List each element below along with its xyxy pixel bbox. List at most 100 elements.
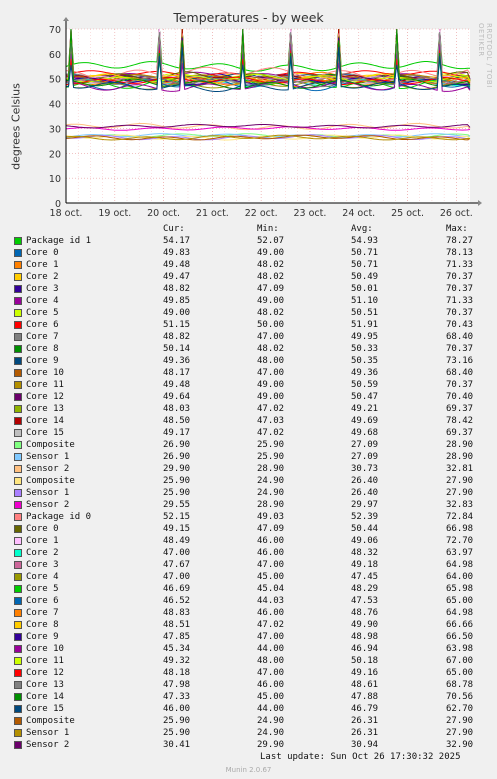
legend-avg-value: 27.09 bbox=[351, 440, 379, 450]
legend-max-value: 78.42 bbox=[446, 416, 474, 426]
legend-series-name: Core 8 bbox=[26, 344, 59, 354]
legend-max-value: 28.90 bbox=[446, 452, 474, 462]
legend-avg-value: 50.71 bbox=[351, 248, 379, 258]
legend-swatch bbox=[14, 429, 22, 437]
legend-min-value: 46.00 bbox=[257, 608, 285, 618]
legend-min-value: 48.02 bbox=[257, 272, 285, 282]
legend-cur-value: 49.32 bbox=[163, 656, 191, 666]
legend-swatch bbox=[14, 501, 22, 509]
legend-max-value: 64.98 bbox=[446, 560, 474, 570]
x-tick-label: 26 oct. bbox=[440, 208, 473, 219]
legend-swatch bbox=[14, 729, 22, 737]
legend-min-value: 48.00 bbox=[257, 656, 285, 666]
legend-swatch bbox=[14, 657, 22, 665]
x-tick-label: 22 oct. bbox=[245, 208, 278, 219]
legend-swatch bbox=[14, 249, 22, 257]
legend-min-value: 29.90 bbox=[257, 740, 285, 750]
legend-max-value: 32.83 bbox=[446, 500, 474, 510]
legend-min-value: 49.00 bbox=[257, 380, 285, 390]
legend-swatch bbox=[14, 405, 22, 413]
legend-series-name: Sensor 2 bbox=[26, 740, 70, 750]
legend-swatch bbox=[14, 681, 22, 689]
legend-min-value: 25.90 bbox=[257, 440, 285, 450]
legend-avg-value: 48.76 bbox=[351, 608, 379, 618]
legend-avg-value: 50.35 bbox=[351, 356, 379, 366]
legend-min-value: 49.00 bbox=[257, 392, 285, 402]
legend-min-value: 47.00 bbox=[257, 368, 285, 378]
legend-cur-value: 47.85 bbox=[163, 632, 191, 642]
legend-min-value: 47.02 bbox=[257, 428, 285, 438]
x-tick-label: 18 oct. bbox=[50, 208, 83, 219]
legend-min-value: 47.00 bbox=[257, 332, 285, 342]
y-tick-label: 10 bbox=[49, 174, 61, 185]
legend-swatch bbox=[14, 477, 22, 485]
legend-max-value: 64.98 bbox=[446, 608, 474, 618]
legend-cur-value: 49.48 bbox=[163, 380, 191, 390]
legend-series-name: Core 4 bbox=[26, 572, 59, 582]
y-tick-label: 40 bbox=[49, 100, 61, 111]
legend-min-value: 24.90 bbox=[257, 728, 285, 738]
legend-cur-value: 45.34 bbox=[163, 644, 191, 654]
legend-swatch bbox=[14, 537, 22, 545]
legend-series-name: Core 9 bbox=[26, 356, 59, 366]
legend-max-value: 70.37 bbox=[446, 344, 474, 354]
legend-max-value: 63.97 bbox=[446, 548, 474, 558]
legend-swatch bbox=[14, 261, 22, 269]
legend-avg-value: 49.36 bbox=[351, 368, 379, 378]
legend-max-value: 72.84 bbox=[446, 512, 474, 522]
legend-series-name: Composite bbox=[26, 440, 75, 450]
legend-series-name: Core 3 bbox=[26, 560, 59, 570]
legend-min-value: 47.03 bbox=[257, 416, 285, 426]
legend-cur-value: 50.14 bbox=[163, 344, 191, 354]
legend-swatch bbox=[14, 417, 22, 425]
legend-swatch bbox=[14, 633, 22, 641]
legend-cur-value: 48.82 bbox=[163, 284, 191, 294]
legend-min-value: 49.00 bbox=[257, 296, 285, 306]
legend-max-value: 28.90 bbox=[446, 440, 474, 450]
legend-min-value: 47.02 bbox=[257, 404, 285, 414]
x-tick-label: 20 oct. bbox=[147, 208, 180, 219]
legend-avg-value: 47.53 bbox=[351, 596, 379, 606]
legend-avg-value: 48.98 bbox=[351, 632, 379, 642]
legend-swatch bbox=[14, 453, 22, 461]
legend-series-name: Core 11 bbox=[26, 656, 64, 666]
legend-min-value: 44.00 bbox=[257, 704, 285, 714]
legend-series-name: Sensor 2 bbox=[26, 500, 70, 510]
legend-cur-value: 49.48 bbox=[163, 260, 191, 270]
legend-avg-value: 48.29 bbox=[351, 584, 379, 594]
legend-avg-value: 49.21 bbox=[351, 404, 379, 414]
legend-max-value: 65.00 bbox=[446, 668, 474, 678]
legend-min-value: 49.00 bbox=[257, 248, 285, 258]
legend-max-value: 70.40 bbox=[446, 392, 474, 402]
legend-swatch bbox=[14, 561, 22, 569]
y-tick-label: 30 bbox=[49, 124, 61, 135]
legend-cur-value: 29.55 bbox=[163, 500, 191, 510]
legend-max-value: 67.00 bbox=[446, 656, 474, 666]
legend-min-value: 28.90 bbox=[257, 500, 285, 510]
legend-avg-value: 49.69 bbox=[351, 416, 379, 426]
legend-min-value: 52.07 bbox=[257, 236, 285, 246]
legend-swatch bbox=[14, 321, 22, 329]
legend-cur-value: 47.00 bbox=[163, 548, 191, 558]
legend-swatch bbox=[14, 297, 22, 305]
legend-cur-value: 29.90 bbox=[163, 464, 191, 474]
legend-series-name: Core 10 bbox=[26, 368, 64, 378]
legend-series-name: Core 2 bbox=[26, 548, 59, 558]
legend-series-name: Sensor 1 bbox=[26, 488, 70, 498]
legend-series-name: Core 11 bbox=[26, 380, 64, 390]
legend-series-name: Core 14 bbox=[26, 416, 64, 426]
plot-area: 01020304050607018 oct. 19 oct. 20 oct. 21 o… bbox=[49, 17, 482, 219]
legend-cur-value: 48.50 bbox=[163, 416, 191, 426]
legend-max-value: 32.81 bbox=[446, 464, 474, 474]
legend-cur-value: 49.15 bbox=[163, 524, 191, 534]
legend-swatch bbox=[14, 345, 22, 353]
legend-max-value: 70.37 bbox=[446, 284, 474, 294]
legend-series-name: Package id 0 bbox=[26, 512, 92, 522]
legend-max-value: 27.90 bbox=[446, 488, 474, 498]
legend-avg-value: 50.49 bbox=[351, 272, 379, 282]
legend-max-value: 32.90 bbox=[446, 740, 474, 750]
legend-max-value: 27.90 bbox=[446, 716, 474, 726]
legend-min-value: 46.00 bbox=[257, 548, 285, 558]
legend-avg-value: 51.91 bbox=[351, 320, 379, 330]
legend-cur-value: 49.64 bbox=[163, 392, 191, 402]
